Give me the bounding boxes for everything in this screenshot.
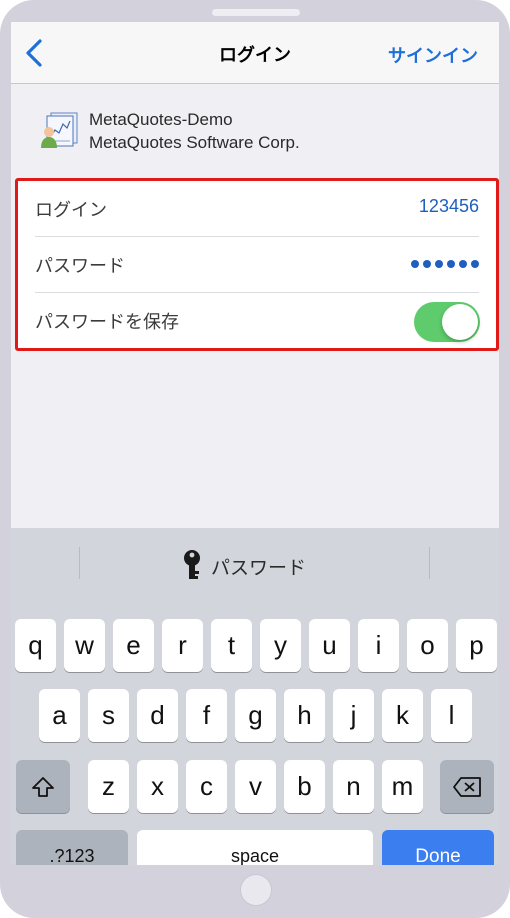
- key-p[interactable]: p: [456, 619, 497, 672]
- numbers-key[interactable]: .?123: [16, 830, 128, 865]
- key-g[interactable]: g: [235, 689, 276, 742]
- key-q[interactable]: q: [15, 619, 56, 672]
- shift-key[interactable]: [16, 760, 70, 813]
- login-row[interactable]: ログイン 123456: [18, 181, 496, 237]
- home-button[interactable]: [240, 874, 272, 906]
- password-suggestion[interactable]: パスワード: [183, 549, 306, 583]
- key-l[interactable]: l: [431, 689, 472, 742]
- server-info: MetaQuotes-Demo MetaQuotes Software Corp…: [39, 110, 479, 160]
- key-r[interactable]: r: [162, 619, 203, 672]
- key-b[interactable]: b: [284, 760, 325, 813]
- key-v[interactable]: v: [235, 760, 276, 813]
- password-row[interactable]: パスワード: [18, 237, 496, 293]
- key-e[interactable]: e: [113, 619, 154, 672]
- delete-icon: [453, 776, 481, 797]
- suggestion-divider: [79, 547, 80, 579]
- password-dot: [459, 260, 467, 268]
- key-a[interactable]: a: [39, 689, 80, 742]
- server-icon: [41, 112, 78, 148]
- key-z[interactable]: z: [88, 760, 129, 813]
- phone-frame: ログイン サインイン MetaQuotes-Demo MetaQuotes So…: [0, 0, 510, 918]
- key-t[interactable]: t: [211, 619, 252, 672]
- password-dot: [411, 260, 419, 268]
- toggle-knob: [442, 304, 478, 340]
- screen: ログイン サインイン MetaQuotes-Demo MetaQuotes So…: [11, 22, 499, 865]
- shift-icon: [32, 776, 54, 797]
- suggestion-text: パスワード: [211, 556, 307, 579]
- save-password-label: パスワードを保存: [35, 312, 179, 333]
- key-y[interactable]: y: [260, 619, 301, 672]
- server-company: MetaQuotes Software Corp.: [89, 133, 300, 152]
- key-icon: [184, 550, 200, 579]
- save-password-row: パスワードを保存: [18, 293, 496, 349]
- key-x[interactable]: x: [137, 760, 178, 813]
- navigation-bar: ログイン サインイン: [11, 22, 499, 84]
- password-field[interactable]: [411, 260, 479, 268]
- password-dot: [471, 260, 479, 268]
- suggestion-divider: [429, 547, 430, 579]
- key-c[interactable]: c: [186, 760, 227, 813]
- key-h[interactable]: h: [284, 689, 325, 742]
- space-key[interactable]: space: [137, 830, 373, 865]
- login-field[interactable]: 123456: [419, 196, 479, 217]
- key-j[interactable]: j: [333, 689, 374, 742]
- keyboard: パスワード qwertyuiop asdfghjkl z x c v b n m…: [11, 528, 499, 865]
- key-d[interactable]: d: [137, 689, 178, 742]
- speaker-grille: [212, 9, 300, 16]
- password-dot: [435, 260, 443, 268]
- key-m[interactable]: m: [382, 760, 423, 813]
- password-label: パスワード: [35, 256, 125, 277]
- save-password-toggle[interactable]: [414, 302, 480, 342]
- password-dot: [423, 260, 431, 268]
- sign-in-button[interactable]: サインイン: [388, 42, 478, 68]
- login-form: ログイン 123456 パスワード パスワードを保存: [15, 178, 499, 351]
- key-n[interactable]: n: [333, 760, 374, 813]
- suggestion-bar: パスワード: [11, 528, 499, 594]
- key-s[interactable]: s: [88, 689, 129, 742]
- key-k[interactable]: k: [382, 689, 423, 742]
- key-o[interactable]: o: [407, 619, 448, 672]
- key-f[interactable]: f: [186, 689, 227, 742]
- password-dot: [447, 260, 455, 268]
- login-label: ログイン: [35, 200, 107, 221]
- done-key[interactable]: Done: [382, 830, 494, 865]
- key-i[interactable]: i: [358, 619, 399, 672]
- server-name: MetaQuotes-Demo: [89, 110, 233, 129]
- key-u[interactable]: u: [309, 619, 350, 672]
- key-w[interactable]: w: [64, 619, 105, 672]
- delete-key[interactable]: [440, 760, 494, 813]
